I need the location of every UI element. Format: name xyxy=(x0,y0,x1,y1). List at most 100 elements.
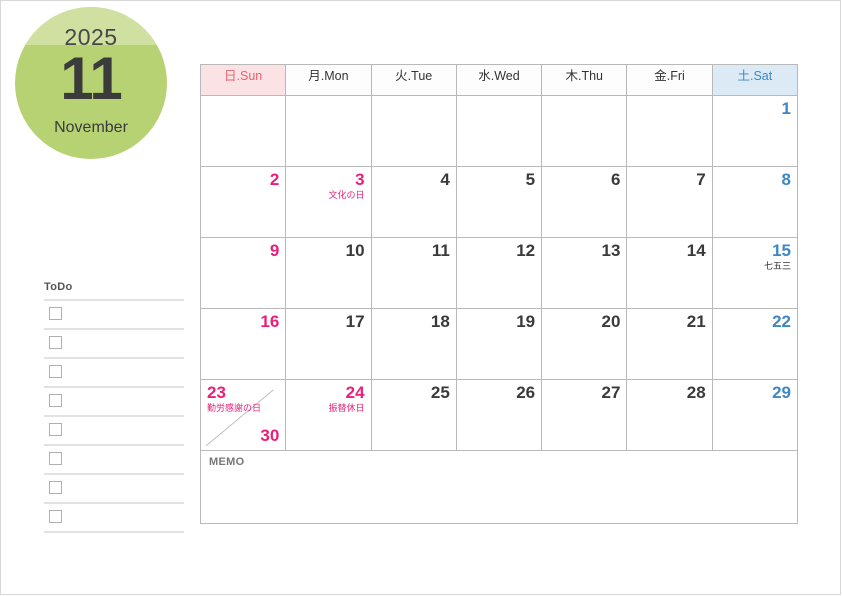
todo-panel: ToDo xyxy=(44,281,184,533)
day-cell[interactable]: 24 振替休日 xyxy=(285,379,372,451)
day-number: 1 xyxy=(781,99,791,118)
todo-bottom-rule xyxy=(44,531,184,533)
day-cell[interactable]: 22 xyxy=(711,308,799,380)
day-number: 9 xyxy=(269,241,280,260)
weekday-header-4: 木.Thu xyxy=(541,64,628,96)
todo-item[interactable] xyxy=(44,415,184,444)
day-number: 17 xyxy=(345,312,365,331)
day-cell[interactable]: 26 xyxy=(455,379,543,451)
day-cell[interactable]: 6 xyxy=(541,166,628,238)
day-cell[interactable] xyxy=(541,95,628,167)
day-cell[interactable]: 25 xyxy=(370,379,457,451)
day-cell[interactable]: 7 xyxy=(626,166,713,238)
day-number: 18 xyxy=(430,312,450,331)
day-number: 26 xyxy=(516,383,536,402)
weekday-header-2: 火.Tue xyxy=(370,64,457,96)
day-cell[interactable]: 17 xyxy=(285,308,372,380)
day-cell[interactable]: 1 xyxy=(711,95,799,167)
day-number: 29 xyxy=(772,383,791,402)
day-cell[interactable]: 15 七五三 xyxy=(711,237,799,309)
day-number: 2 xyxy=(269,170,280,189)
day-number: 20 xyxy=(601,312,621,331)
todo-checkbox[interactable] xyxy=(49,307,62,320)
day-cell[interactable]: 8 xyxy=(711,166,799,238)
day-cell[interactable]: 14 xyxy=(626,237,713,309)
todo-checkbox[interactable] xyxy=(49,336,62,349)
day-number-primary-group: 23 勤労感謝の日 xyxy=(207,383,261,413)
day-cell[interactable]: 5 xyxy=(455,166,543,238)
day-number: 15 xyxy=(772,241,791,260)
day-number: 11 xyxy=(431,241,450,260)
day-number-secondary: 30 xyxy=(260,426,280,446)
day-cell[interactable]: 28 xyxy=(626,379,713,451)
day-cell[interactable]: 20 xyxy=(541,308,628,380)
todo-item[interactable] xyxy=(44,328,184,357)
day-number: 8 xyxy=(781,170,791,189)
calendar-week-row: 16 17 18 19 20 21 22 xyxy=(199,308,799,380)
month-badge: 2025 11 November xyxy=(15,7,167,159)
memo-cell[interactable]: MEMO xyxy=(200,450,798,524)
day-cell[interactable]: 29 xyxy=(711,379,799,451)
day-number: 4 xyxy=(440,170,450,189)
day-cell[interactable]: 19 xyxy=(455,308,543,380)
holiday-label: 七五三 xyxy=(763,260,791,271)
holiday-label: 勤労感謝の日 xyxy=(207,402,262,413)
day-number: 12 xyxy=(516,241,536,260)
day-cell[interactable] xyxy=(285,95,372,167)
calendar-table: 日.Sun 月.Mon 火.Tue 水.Wed 木.Thu 金.Fri 土.Sat 123文… xyxy=(199,64,799,524)
holiday-label: 振替休日 xyxy=(328,402,365,413)
day-cell[interactable]: 2 xyxy=(199,166,287,238)
memo-label: MEMO xyxy=(209,456,245,468)
day-number: 28 xyxy=(686,383,706,402)
day-number: 27 xyxy=(601,383,621,402)
todo-checkbox[interactable] xyxy=(49,365,62,378)
holiday-label: 文化の日 xyxy=(328,189,365,200)
day-number: 25 xyxy=(430,383,450,402)
todo-item[interactable] xyxy=(44,299,184,328)
todo-checkbox[interactable] xyxy=(49,510,62,523)
todo-checkbox[interactable] xyxy=(49,481,62,494)
day-cell[interactable]: 16 xyxy=(199,308,287,380)
weekday-header-0: 日.Sun xyxy=(199,64,287,96)
todo-checkbox[interactable] xyxy=(49,452,62,465)
day-number: 6 xyxy=(610,170,621,189)
day-cell[interactable]: 11 xyxy=(370,237,457,309)
todo-item[interactable] xyxy=(44,473,184,502)
weekday-header-1: 月.Mon xyxy=(285,64,372,96)
day-number: 21 xyxy=(686,312,706,331)
day-number: 16 xyxy=(260,312,280,331)
day-cell[interactable]: 12 xyxy=(455,237,543,309)
calendar-header-row: 日.Sun 月.Mon 火.Tue 水.Wed 木.Thu 金.Fri 土.Sat xyxy=(199,64,799,96)
day-cell[interactable]: 9 xyxy=(199,237,287,309)
todo-list xyxy=(44,299,184,531)
weekday-header-5: 金.Fri xyxy=(626,64,713,96)
day-cell[interactable]: 4 xyxy=(370,166,457,238)
day-cell[interactable]: 21 xyxy=(626,308,713,380)
day-number: 19 xyxy=(516,312,536,331)
weekday-header-3: 水.Wed xyxy=(455,64,543,96)
todo-item[interactable] xyxy=(44,357,184,386)
todo-checkbox[interactable] xyxy=(49,394,62,407)
day-cell[interactable]: 10 xyxy=(285,237,372,309)
day-number: 7 xyxy=(696,170,706,189)
calendar-week-row: 2 3 文化の日 4 5 6 7 8 xyxy=(199,166,799,238)
day-cell[interactable]: 23 勤労感謝の日 30 xyxy=(199,379,287,451)
todo-item[interactable] xyxy=(44,386,184,415)
todo-item[interactable] xyxy=(44,502,184,531)
todo-item[interactable] xyxy=(44,444,184,473)
day-cell[interactable]: 3 文化の日 xyxy=(285,166,372,238)
day-cell[interactable] xyxy=(199,95,287,167)
todo-checkbox[interactable] xyxy=(49,423,62,436)
day-number: 23 xyxy=(207,383,226,402)
day-cell[interactable] xyxy=(455,95,543,167)
weekday-header-6: 土.Sat xyxy=(711,64,799,96)
day-cell[interactable]: 13 xyxy=(541,237,628,309)
day-number: 13 xyxy=(601,241,621,260)
day-cell[interactable]: 27 xyxy=(541,379,628,451)
day-cell[interactable]: 18 xyxy=(370,308,457,380)
day-number: 22 xyxy=(772,312,791,331)
day-number: 3 xyxy=(355,170,365,189)
day-cell[interactable] xyxy=(370,95,457,167)
badge-month-number: 11 xyxy=(60,45,122,112)
day-cell[interactable] xyxy=(626,95,713,167)
